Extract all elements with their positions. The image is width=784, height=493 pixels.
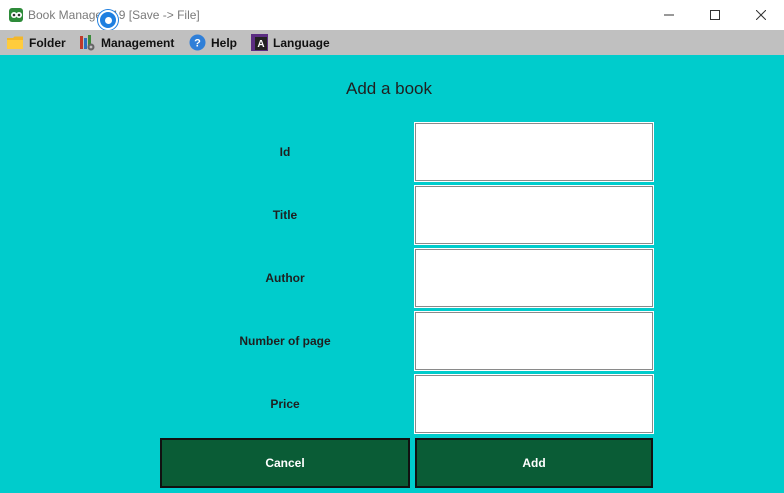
menu-management[interactable]: Management <box>78 30 174 55</box>
add-book-panel: Add a book Id Title Author Number of pag… <box>0 55 784 493</box>
menu-folder-label: Folder <box>29 35 66 50</box>
number-of-page-field[interactable] <box>414 311 654 371</box>
language-icon: A <box>250 34 268 52</box>
author-field[interactable] <box>414 248 654 308</box>
maximize-button[interactable] <box>692 0 738 30</box>
number-of-page-label: Number of page <box>239 334 331 348</box>
maximize-icon <box>710 10 720 20</box>
minimize-button[interactable] <box>646 0 692 30</box>
menu-language-label: Language <box>273 35 330 50</box>
add-button[interactable]: Add <box>415 438 653 488</box>
menu-help[interactable]: ? Help <box>188 30 237 55</box>
minimize-icon <box>664 14 674 16</box>
cancel-button[interactable]: Cancel <box>160 438 410 488</box>
menu-management-label: Management <box>101 35 175 50</box>
management-icon <box>78 34 96 52</box>
price-field[interactable] <box>414 374 654 434</box>
title-label: Title <box>272 208 298 222</box>
app-icon <box>8 7 24 23</box>
help-icon: ? <box>188 34 206 52</box>
form-title: Add a book <box>345 79 432 98</box>
close-button[interactable] <box>738 0 784 30</box>
add-button-label: Add <box>522 456 546 470</box>
svg-text:A: A <box>257 39 264 50</box>
svg-text:?: ? <box>194 38 201 50</box>
close-icon <box>756 10 766 20</box>
menu-bar: Folder Management ? Help A Language <box>0 30 784 55</box>
id-label: Id <box>279 145 291 159</box>
author-label: Author <box>265 271 305 285</box>
title-bar: Book Manage 019 [Save -> File] <box>0 0 784 30</box>
menu-folder[interactable]: Folder <box>6 30 66 55</box>
id-field[interactable] <box>414 122 654 182</box>
folder-icon <box>6 34 24 52</box>
price-label: Price <box>270 397 300 411</box>
mouse-cursor-icon <box>98 10 118 30</box>
title-field[interactable] <box>414 185 654 245</box>
menu-help-label: Help <box>211 35 238 50</box>
menu-language[interactable]: A Language <box>250 30 330 55</box>
cancel-button-label: Cancel <box>265 456 305 470</box>
